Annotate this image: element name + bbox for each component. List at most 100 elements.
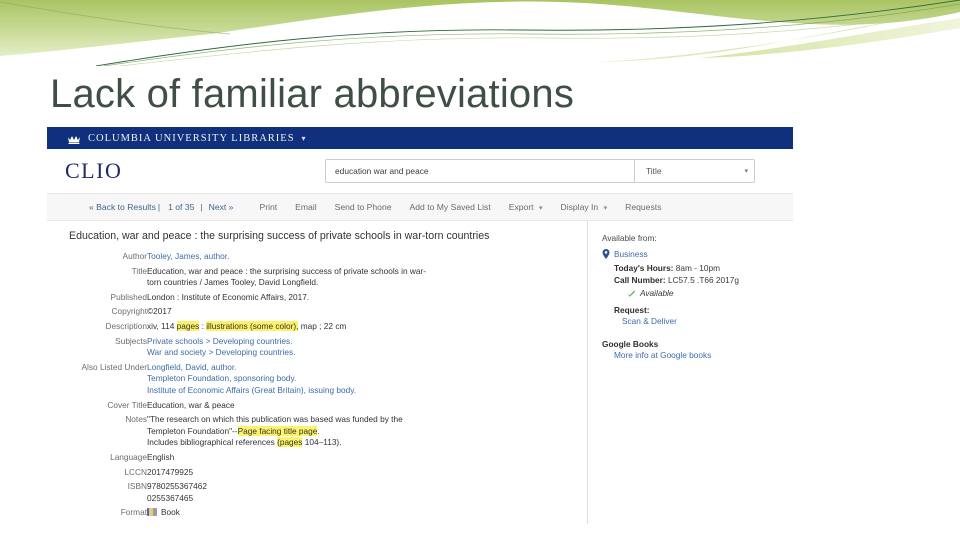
metadata-link[interactable]: Longfield, David, author. [147, 362, 236, 372]
google-books-link[interactable]: More info at Google books [602, 350, 793, 360]
crown-icon [68, 135, 80, 144]
toolbar-item-export[interactable]: Export ▾ [509, 202, 543, 212]
metadata-text: ©2017 [147, 306, 172, 317]
metadata-label: Language [110, 451, 147, 462]
metadata-value-line: Templeton Foundation, sponsoring body. [147, 373, 587, 385]
metadata-value: Tooley, James, author. [147, 251, 587, 266]
metadata-text: torn countries / James Tooley, David Lon… [147, 277, 319, 288]
toolbar-item-email[interactable]: Email [295, 202, 317, 212]
record-metadata-panel: Education, war and peace : the surprisin… [47, 221, 587, 524]
institution-name: Columbia University Libraries [88, 132, 295, 144]
chevron-down-icon: ▾ [744, 168, 748, 175]
back-to-results-link[interactable]: « Back to Results [89, 202, 156, 212]
toolbar-item-add-to-saved-list[interactable]: Add to My Saved List [410, 202, 491, 212]
metadata-value-line: Templeton Foundation"--Page facing title… [147, 425, 587, 438]
metadata-value-line: 0255367465 [147, 493, 587, 505]
chevron-down-icon[interactable]: ▾ [302, 134, 306, 143]
metadata-value: 9780255367462 0255367465 [147, 481, 587, 507]
metadata-value-line: 9780255367462 [147, 481, 587, 493]
columbia-top-bar: Columbia University Libraries ▾ [47, 127, 793, 149]
metadata-text: 104–113). [302, 437, 342, 448]
toolbar-item-print[interactable]: Print [259, 202, 277, 212]
metadata-value: Longfield, David, author. Templeton Found… [147, 362, 587, 400]
record-title: Education, war and peace : the surprisin… [69, 230, 490, 242]
search-bar: Title ▾ [325, 159, 755, 183]
green-check-icon [627, 289, 636, 297]
metadata-row: LCCN 2017479925 [69, 467, 587, 482]
metadata-value: ©2017 [147, 306, 587, 321]
metadata-text: 9780255367462 [147, 481, 207, 492]
toolbar-item-send-to-phone[interactable]: Send to Phone [335, 202, 392, 212]
todays-hours-row: Today's Hours: 8am - 10pm [602, 262, 793, 274]
metadata-link[interactable]: War and society > Developing countries. [147, 347, 295, 357]
clio-brand-search-row: CLIO Title ▾ [47, 149, 793, 194]
book-icon [147, 508, 157, 517]
toolbar-divider-2: | [200, 202, 203, 212]
metadata-row: Format Book [69, 507, 587, 522]
metadata-text: London : Institute of Economic Affairs, … [147, 291, 310, 302]
toolbar-item-label: Send to Phone [334, 202, 392, 212]
metadata-link[interactable]: Templeton Foundation, sponsoring body. [147, 373, 296, 383]
metadata-value-line: xiv, 114 pages : illustrations (some col… [147, 320, 587, 333]
request-label: Request: [614, 304, 650, 315]
scan-and-deliver-link[interactable]: Scan & Deliver [602, 316, 793, 326]
metadata-value: Book [147, 507, 587, 522]
metadata-value: Private schools > Developing countries. W… [147, 336, 587, 362]
call-number-row: Call Number: LC57.5 .T66 2017g [602, 274, 793, 286]
page-title: Lack of familiar abbreviations [50, 72, 575, 116]
metadata-row: Title Education, war and peace : the surp… [69, 266, 587, 292]
chevron-down-icon: ▾ [603, 205, 608, 212]
metadata-label: Subjects [115, 335, 147, 346]
toolbar-item-label: Email [295, 202, 317, 212]
metadata-table: Author Tooley, James, author. Title Educati… [69, 251, 587, 522]
metadata-text: "The research on which this publication … [147, 414, 403, 425]
highlighted-text: Page facing title page [237, 425, 318, 436]
clio-logo[interactable]: CLIO [65, 158, 325, 184]
metadata-label: Copyright [111, 306, 147, 317]
metadata-text: 0255367465 [147, 492, 194, 503]
next-result-link[interactable]: Next » [209, 202, 234, 212]
search-input[interactable] [326, 160, 634, 182]
call-number-label: Call Number: [614, 275, 666, 286]
metadata-value-line: London : Institute of Economic Affairs, … [147, 292, 587, 304]
metadata-value: English [147, 452, 587, 467]
metadata-value-line: Includes bibliographical references (pag… [147, 437, 587, 449]
toolbar-item-label: Add to My Saved List [409, 202, 491, 212]
metadata-link[interactable]: Tooley, James, author. [147, 251, 229, 261]
status-badge: Available [602, 288, 793, 298]
todays-hours-label: Today's Hours: [614, 263, 674, 273]
availability-location-row[interactable]: Business [602, 249, 793, 259]
metadata-value-line: torn countries / James Tooley, David Lon… [147, 277, 587, 289]
toolbar-item-label: Export [508, 202, 534, 212]
metadata-label: Published [110, 291, 147, 302]
clio-browser-screenshot: Columbia University Libraries ▾ CLIO Tit… [47, 127, 793, 524]
toolbar-item-label: Requests [625, 202, 662, 212]
metadata-label: Author [122, 251, 147, 261]
highlighted-text: pages [176, 320, 200, 331]
slide-header-decoration [0, 0, 960, 66]
metadata-text: Education, war and peace : the surprisin… [147, 265, 427, 276]
metadata-link[interactable]: Private schools > Developing countries. [147, 336, 293, 346]
search-scope-label: Title [646, 166, 662, 176]
chevron-down-icon: ▾ [538, 205, 543, 212]
metadata-value-line: Tooley, James, author. [147, 251, 587, 263]
metadata-link[interactable]: Institute of Economic Affairs (Great Bri… [147, 385, 356, 395]
metadata-value-line: Education, war & peace [147, 400, 587, 412]
metadata-row: Language English [69, 452, 587, 467]
toolbar-item-display-in[interactable]: Display In ▾ [560, 202, 607, 212]
search-scope-select[interactable]: Title ▾ [634, 160, 754, 182]
metadata-value: xiv, 114 pages : illustrations (some col… [147, 320, 587, 336]
metadata-value-line: ©2017 [147, 306, 587, 318]
toolbar-item-requests[interactable]: Requests [625, 202, 661, 212]
metadata-row: Also Listed Under Longfield, David, autho… [69, 362, 587, 400]
metadata-label: Description [105, 320, 147, 331]
metadata-value-line: War and society > Developing countries. [147, 347, 587, 359]
metadata-text: Templeton Foundation"-- [147, 425, 238, 436]
highlighted-text: (pages [277, 437, 303, 448]
highlighted-text: illustrations (some color), [206, 320, 299, 331]
metadata-text: English [147, 451, 175, 462]
metadata-value: London : Institute of Economic Affairs, … [147, 292, 587, 307]
metadata-row: Cover Title Education, war & peace [69, 400, 587, 415]
todays-hours-value: 8am - 10pm [675, 263, 721, 273]
metadata-row: ISBN 9780255367462 0255367465 [69, 481, 587, 507]
